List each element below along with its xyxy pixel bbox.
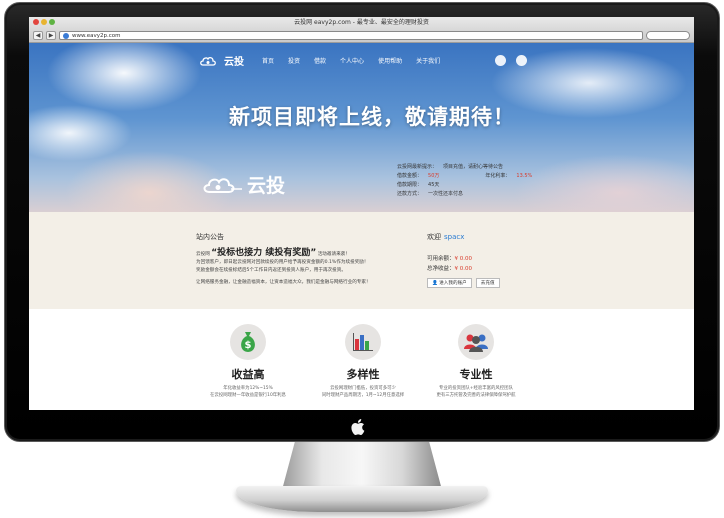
welcome-text: 欢迎 spacx [427, 232, 547, 242]
net-income: 总净收益：¥ 0.00 [427, 264, 547, 274]
back-button[interactable]: ◀ [33, 30, 43, 40]
nav-invest[interactable]: 投资 [288, 56, 300, 65]
hero-logo: 云投 [201, 171, 285, 198]
feature-desc: 专业的投资团队+经验丰富的风控团队 [439, 386, 513, 391]
site-logo[interactable]: 云投 [199, 53, 244, 68]
favicon-icon [63, 32, 69, 39]
project-value: 45天 [428, 182, 440, 188]
browser-toolbar: ◀ ▶ www.eavy2p.com [29, 28, 694, 42]
nav-account[interactable]: 个人中心 [340, 56, 364, 65]
income-label: 总净收益： [427, 266, 455, 272]
monitor-stand-base [236, 486, 488, 512]
address-text: www.eavy2p.com [72, 32, 121, 39]
monitor-stand-neck [282, 442, 442, 490]
feature-desc: 同时理财产品周期活，1月~12月任意选择 [321, 393, 405, 398]
feature-title: 多样性 [346, 368, 380, 381]
announcement-title: 站内公告 [196, 233, 224, 241]
project-row: 借款金额： 50万 年化利率： 13.5% [397, 172, 532, 181]
project-row: 借款期限： 45天 [397, 181, 532, 190]
screen: 云投网 eavy2p.com - 最专业、最安全的理财投资 ◀ ▶ www.ea… [29, 17, 694, 410]
project-value: 项目充值，请耐心等待公告 [443, 164, 504, 170]
project-value: 50万 [428, 173, 440, 179]
feature-desc: 年化收益率为12%~15% [223, 386, 273, 391]
announcement-slogan: “投标也接力 续投有奖励” [211, 248, 317, 258]
feature-icon-circle [345, 324, 381, 360]
cloud-logo-icon [200, 56, 216, 66]
project-value: 13.5% [516, 173, 533, 179]
svg-text:$: $ [245, 340, 252, 351]
nav-home[interactable]: 首页 [262, 56, 274, 65]
feature-desc: 在云投网理财一年收益是银行10年利息 [210, 393, 286, 398]
feature-card: 多样性 云投网理财门槛低，投资可多可少 同时理财产品周期活，1月~12月任意选择 [308, 324, 418, 399]
feature-title: 收益高 [231, 368, 265, 381]
username-link[interactable]: spacx [444, 233, 464, 241]
enter-account-label: 进入我的账户 [439, 281, 467, 286]
project-label: 云投网最新提示： [397, 164, 438, 170]
nav-borrow[interactable]: 借款 [314, 56, 326, 65]
project-label: 年化利率： [485, 173, 511, 179]
account-panel: 欢迎 spacx 可用余额：¥ 0.00 总净收益：¥ 0.00 👤 进入我的账户… [427, 232, 547, 288]
feature-desc: 云投网理财门槛低，投资可多可少 [330, 386, 396, 391]
feature-icon-circle: $ [230, 324, 266, 360]
logout-icon[interactable] [516, 55, 527, 66]
bar-chart-icon [353, 333, 373, 351]
site-nav: 云投 首页 投资 借款 个人中心 使用帮助 关于我们 [199, 53, 454, 68]
close-window-button[interactable] [33, 19, 39, 25]
forward-button[interactable]: ▶ [46, 30, 56, 40]
hero-logo-text: 云投 [247, 175, 286, 197]
project-label: 借款金额： [397, 173, 423, 179]
features-section: $ 收益高 年化收益率为12%~15% 在云投网理财一年收益是银行10年利息 多… [29, 309, 694, 410]
address-bar[interactable]: www.eavy2p.com [59, 30, 643, 40]
window-title: 云投网 eavy2p.com - 最专业、最安全的理财投资 [294, 19, 429, 26]
announcement: 站内公告 云投网 “投标也接力 续投有奖励” 活动邀请来袭！ 为回馈客户，即日起… [196, 232, 396, 287]
hero-banner: 云投 首页 投资 借款 个人中心 使用帮助 关于我们 新项目即将上线，敬请期待！… [29, 43, 694, 212]
announcement-line: 奖励金额会在续投标结后5个工作日内返还到投资人账户，用于再次投资。 [196, 268, 346, 273]
available-balance: 可用余额：¥ 0.00 [427, 254, 547, 264]
available-label: 可用余额： [427, 256, 455, 262]
announcement-line: 为回馈客户，即日起云投网对回款续投的用户给予再投资金额的0.1%作为续投奖励！ [196, 260, 369, 265]
project-info: 云投网最新提示： 项目充值，请耐心等待公告 借款金额： 50万 年化利率： 13… [397, 163, 532, 199]
project-label: 借款期限： [397, 182, 423, 188]
minimize-window-button[interactable] [41, 19, 47, 25]
browser-chrome: 云投网 eavy2p.com - 最专业、最安全的理财投资 ◀ ▶ www.ea… [29, 17, 694, 43]
team-icon [464, 334, 488, 352]
zoom-window-button[interactable] [49, 19, 55, 25]
enter-account-button[interactable]: 👤 进入我的账户 [427, 278, 472, 288]
site-logo-text: 云投 [224, 57, 244, 68]
feature-title: 专业性 [459, 368, 493, 381]
announcement-headline: 云投网 “投标也接力 续投有奖励” 活动邀请来袭！ [196, 249, 396, 259]
apple-logo-icon [351, 419, 365, 435]
project-label: 还款方式： [397, 191, 423, 197]
cloud-logo-large-icon [203, 177, 242, 193]
feature-icon-circle [458, 324, 494, 360]
feature-card: $ 收益高 年化收益率为12%~15% 在云投网理财一年收益是银行10年利息 [193, 324, 303, 399]
announcement-brand: 云投网 [196, 252, 210, 257]
user-icon[interactable] [495, 55, 506, 66]
feature-card: 专业性 专业的投资团队+经验丰富的风控团队 更有三方托管及完善的法律保障保驾护航 [421, 324, 531, 399]
project-value: 一次性还本付息 [428, 191, 464, 197]
announcement-slogan-tail: 活动邀请来袭！ [317, 252, 350, 257]
browser-search-input[interactable] [646, 30, 690, 40]
available-value: ¥ 0.00 [454, 256, 473, 262]
nav-about[interactable]: 关于我们 [416, 56, 440, 65]
recharge-button[interactable]: 去充值 [475, 278, 500, 288]
money-bag-icon: $ [241, 332, 255, 352]
window-controls [33, 19, 55, 25]
notice-section: 站内公告 云投网 “投标也接力 续投有奖励” 活动邀请来袭！ 为回馈客户，即日起… [29, 212, 694, 309]
nav-help[interactable]: 使用帮助 [378, 56, 402, 65]
announcement-line: 让网络服务金融，让金融造福资本，让资本造福大众，我们是金融与网络行业的专家！ [196, 280, 371, 285]
account-buttons: 👤 进入我的账户 去充值 [427, 278, 547, 288]
feature-desc: 更有三方托管及完善的法律保障保驾护航 [436, 393, 516, 398]
income-value: ¥ 0.00 [454, 266, 473, 272]
project-row: 云投网最新提示： 项目充值，请耐心等待公告 [397, 163, 532, 172]
window-titlebar: 云投网 eavy2p.com - 最专业、最安全的理财投资 [29, 17, 694, 28]
welcome-label: 欢迎 [427, 233, 441, 241]
project-row: 还款方式： 一次性还本付息 [397, 190, 532, 199]
hero-headline: 新项目即将上线，敬请期待！ [229, 105, 515, 129]
